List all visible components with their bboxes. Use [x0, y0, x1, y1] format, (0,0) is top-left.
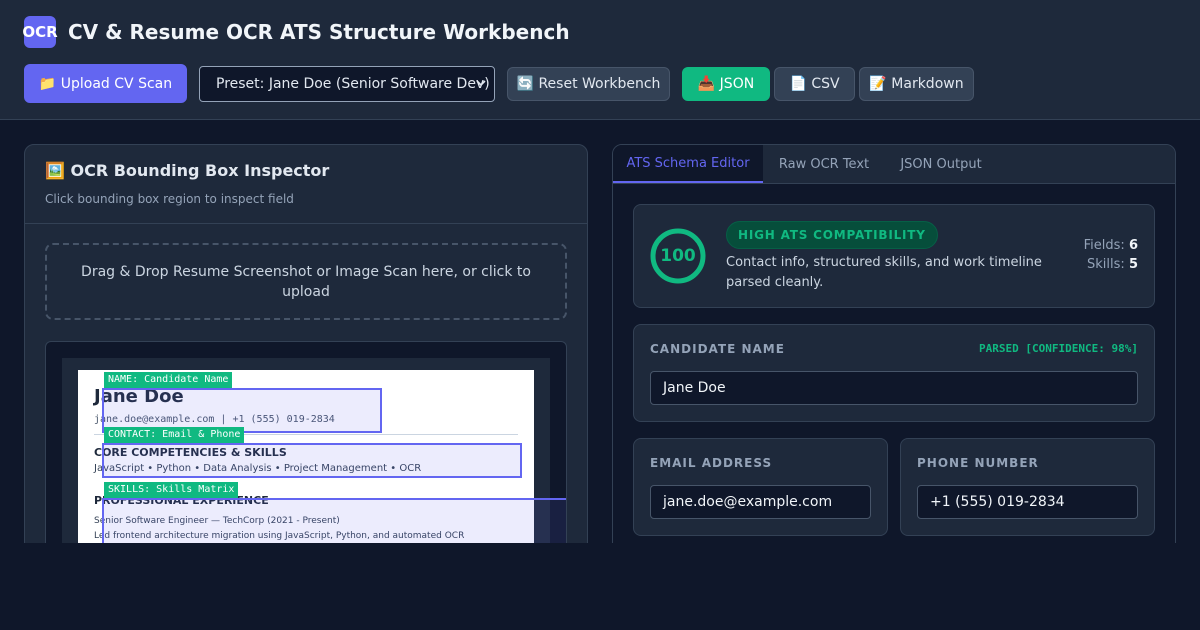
ats-schema-panel: ATS Schema Editor Raw OCR Text JSON Outp… [612, 144, 1176, 564]
inspector-header: 🖼️ OCR Bounding Box Inspector Click boun… [25, 145, 587, 224]
candidate-name-label: CANDIDATE NAME [650, 342, 785, 356]
bbox-tag: NAME: Candidate Name [104, 372, 233, 388]
tab-bar: ATS Schema Editor Raw OCR Text JSON Outp… [613, 145, 1175, 184]
skills-count: Skills: 5 [1087, 257, 1138, 272]
fields-count: Fields: 6 [1084, 238, 1138, 253]
export-markdown-button[interactable]: 📝 Markdown [859, 67, 974, 101]
phone-card: PHONE NUMBER +1 (555) 019-2834 [900, 438, 1155, 536]
resume-preview-viewer: Jane Doe jane.doe@example.com | +1 (555)… [45, 341, 567, 563]
skills-count-value: 5 [1128, 257, 1138, 272]
upload-cv-button[interactable]: 📁 Upload CV Scan [24, 64, 187, 103]
resume-page-frame: Jane Doe jane.doe@example.com | +1 (555)… [62, 358, 566, 563]
tab-json-output[interactable]: JSON Output [885, 145, 997, 183]
email-label: EMAIL ADDRESS [650, 456, 773, 470]
fields-count-label: Fields: [1083, 238, 1125, 253]
chevron-down-icon [476, 80, 486, 87]
skills-count-label: Skills: [1087, 257, 1125, 272]
preset-select[interactable]: Preset: Jane Doe (Senior Software Dev) [199, 66, 495, 102]
score-description: Contact info, structured skills, and wor… [726, 255, 1042, 290]
phone-input[interactable]: +1 (555) 019-2834 [917, 485, 1138, 519]
ocr-inspector-panel: 🖼️ OCR Bounding Box Inspector Click boun… [24, 144, 588, 564]
app-header: OCR CV & Resume OCR ATS Structure Workbe… [0, 0, 1200, 120]
preset-select-value: Preset: Jane Doe (Senior Software Dev) [216, 76, 490, 92]
app-logo: OCR [22, 16, 58, 48]
candidate-name-card: CANDIDATE NAME PARSED [CONFIDENCE: 98%] … [633, 324, 1155, 422]
fields-count-value: 6 [1128, 238, 1138, 253]
candidate-name-input[interactable]: Jane Doe [650, 371, 1138, 405]
compatibility-badge: HIGH ATS COMPATIBILITY [726, 221, 938, 249]
ats-score-card: 100 HIGH ATS COMPATIBILITY Contact info,… [633, 204, 1155, 308]
score-value: 100 [660, 246, 696, 266]
tab-ats-schema-editor[interactable]: ATS Schema Editor [613, 145, 763, 183]
tab-raw-ocr-text[interactable]: Raw OCR Text [763, 145, 885, 183]
email-input[interactable]: jane.doe@example.com [650, 485, 871, 519]
parse-confidence: PARSED [CONFIDENCE: 98%] [979, 342, 1138, 355]
page-background [0, 543, 1200, 630]
bbox-tag: SKILLS: Skills Matrix [104, 482, 239, 498]
schema-editor-body: 100 HIGH ATS COMPATIBILITY Contact info,… [613, 184, 1175, 563]
email-card: EMAIL ADDRESS jane.doe@example.com [633, 438, 888, 536]
reset-workbench-button[interactable]: 🔄 Reset Workbench [507, 67, 670, 101]
inspector-subtitle: Click bounding box region to inspect fie… [45, 192, 294, 206]
bbox-tag: CONTACT: Email & Phone [104, 427, 245, 443]
phone-label: PHONE NUMBER [917, 456, 1039, 470]
app-title: CV & Resume OCR ATS Structure Workbench [68, 20, 570, 44]
inspector-title: 🖼️ OCR Bounding Box Inspector [45, 161, 330, 180]
bbox-contact[interactable]: CONTACT: Email & Phone [102, 427, 522, 478]
export-json-button[interactable]: 📥 JSON [682, 67, 770, 101]
upload-dropzone[interactable]: Drag & Drop Resume Screenshot or Image S… [45, 243, 567, 320]
export-csv-button[interactable]: 📄 CSV [774, 67, 855, 101]
